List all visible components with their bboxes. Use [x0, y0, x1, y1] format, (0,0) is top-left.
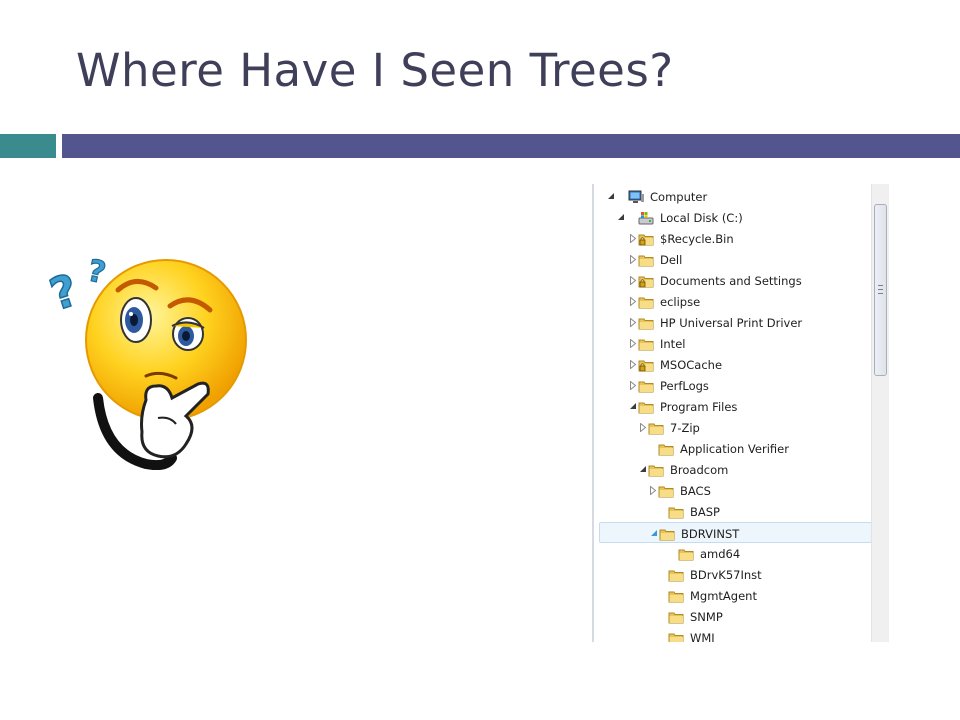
tree-item-label: Application Verifier — [680, 441, 789, 456]
expanded-arrow-icon[interactable] — [616, 212, 626, 222]
folder-icon — [648, 421, 664, 435]
tree-item[interactable]: MgmtAgent — [594, 585, 870, 606]
tree-item[interactable]: SNMP — [594, 606, 870, 627]
collapsed-arrow-icon[interactable] — [628, 233, 638, 243]
drive-icon — [638, 211, 654, 225]
tree-item[interactable]: 7-Zip — [594, 417, 870, 438]
tree-item-label: BASP — [690, 504, 720, 519]
tree-item-label: 7-Zip — [670, 420, 700, 435]
tree-item[interactable]: MSOCache — [594, 354, 870, 375]
collapsed-arrow-icon[interactable] — [638, 422, 648, 432]
tree-item[interactable]: PerfLogs — [594, 375, 870, 396]
tree-item[interactable]: Computer — [594, 186, 870, 207]
svg-text:?: ? — [48, 265, 84, 321]
folder-icon — [638, 337, 654, 351]
folder-icon — [638, 253, 654, 267]
collapsed-arrow-icon[interactable] — [628, 359, 638, 369]
tree-item[interactable]: Local Disk (C:) — [594, 207, 870, 228]
collapsed-arrow-icon[interactable] — [628, 254, 638, 264]
folder-icon — [658, 442, 674, 456]
folder-icon — [638, 295, 654, 309]
question-mark-icon: ? — [84, 253, 110, 292]
locked-folder-icon — [638, 232, 654, 246]
tree-item-label: Local Disk (C:) — [660, 210, 743, 225]
expanded-arrow-icon[interactable] — [628, 401, 638, 411]
folder-icon — [638, 400, 654, 414]
tree-item[interactable]: BDrvK57Inst — [594, 564, 870, 585]
tree-item-label: Computer — [650, 189, 708, 204]
tree-item-label: Broadcom — [670, 462, 729, 477]
tree-item-label: BACS — [680, 483, 711, 498]
folder-icon — [668, 589, 684, 603]
tree-item-label: HP Universal Print Driver — [660, 315, 803, 330]
folder-icon — [668, 568, 684, 582]
tree-item-label: Dell — [660, 252, 683, 267]
tree-item[interactable]: BACS — [594, 480, 870, 501]
tree-item[interactable]: Broadcom — [594, 459, 870, 480]
tree-item[interactable]: Dell — [594, 249, 870, 270]
tree-item-label: MSOCache — [660, 357, 723, 372]
folder-tree-panel: Computer Local Disk (C:) $Recycle.Bin Dell D… — [592, 184, 889, 642]
tree-item-label: Documents and Settings — [660, 273, 802, 288]
locked-folder-icon — [638, 358, 654, 372]
collapsed-arrow-icon[interactable] — [628, 296, 638, 306]
tree-item[interactable]: HP Universal Print Driver — [594, 312, 870, 333]
tree-item-label: PerfLogs — [660, 378, 709, 393]
tree-item[interactable]: eclipse — [594, 291, 870, 312]
folder-icon — [658, 484, 674, 498]
collapsed-arrow-icon[interactable] — [628, 317, 638, 327]
expanded-arrow-icon[interactable] — [649, 528, 659, 538]
tree-item[interactable]: Program Files — [594, 396, 870, 417]
locked-folder-icon — [638, 274, 654, 288]
tree-item-label: $Recycle.Bin — [660, 231, 734, 246]
folder-icon — [668, 610, 684, 624]
tree-item[interactable]: WMI — [594, 627, 870, 642]
folder-icon — [648, 463, 664, 477]
collapsed-arrow-icon[interactable] — [628, 338, 638, 348]
collapsed-arrow-icon[interactable] — [628, 380, 638, 390]
collapsed-arrow-icon[interactable] — [648, 485, 658, 495]
tree-item-label: WMI — [690, 630, 715, 643]
tree-item[interactable]: Application Verifier — [594, 438, 870, 459]
tree-item[interactable]: BDRVINST — [599, 522, 872, 543]
scrollbar-thumb[interactable] — [874, 204, 887, 376]
tree-item-label: eclipse — [660, 294, 701, 309]
tree-item[interactable]: BASP — [594, 501, 870, 522]
folder-icon — [659, 527, 675, 541]
folder-icon — [638, 316, 654, 330]
vertical-scrollbar[interactable] — [871, 184, 889, 642]
tree-item[interactable]: Documents and Settings — [594, 270, 870, 291]
tree-item-label: SNMP — [690, 609, 723, 624]
title-accent-bar-blue — [62, 134, 960, 158]
tree-item[interactable]: $Recycle.Bin — [594, 228, 870, 249]
folder-icon — [638, 379, 654, 393]
thinking-face-illustration: ? ? — [43, 248, 248, 474]
title-accent-bar-teal — [0, 134, 56, 158]
tree-item-label: Intel — [660, 336, 686, 351]
folder-icon — [668, 631, 684, 642]
collapsed-arrow-icon[interactable] — [628, 275, 638, 285]
folder-icon — [668, 505, 684, 519]
tree-item[interactable]: amd64 — [594, 543, 870, 564]
computer-icon — [628, 190, 644, 204]
scrollbar-grip-icon — [878, 285, 883, 294]
tree-item-label: amd64 — [700, 546, 741, 561]
tree-item-label: BDRVINST — [681, 526, 740, 541]
tree-item-label: Program Files — [660, 399, 738, 414]
folder-icon — [678, 547, 694, 561]
svg-text:?: ? — [84, 253, 108, 291]
tree-item-label: MgmtAgent — [690, 588, 757, 603]
tree-item[interactable]: Intel — [594, 333, 870, 354]
slide-title: Where Have I Seen Trees? — [76, 44, 674, 97]
expanded-arrow-icon[interactable] — [638, 464, 648, 474]
question-mark-icon: ? — [43, 264, 85, 322]
expanded-arrow-icon[interactable] — [606, 191, 616, 201]
tree-item-label: BDrvK57Inst — [690, 567, 762, 582]
